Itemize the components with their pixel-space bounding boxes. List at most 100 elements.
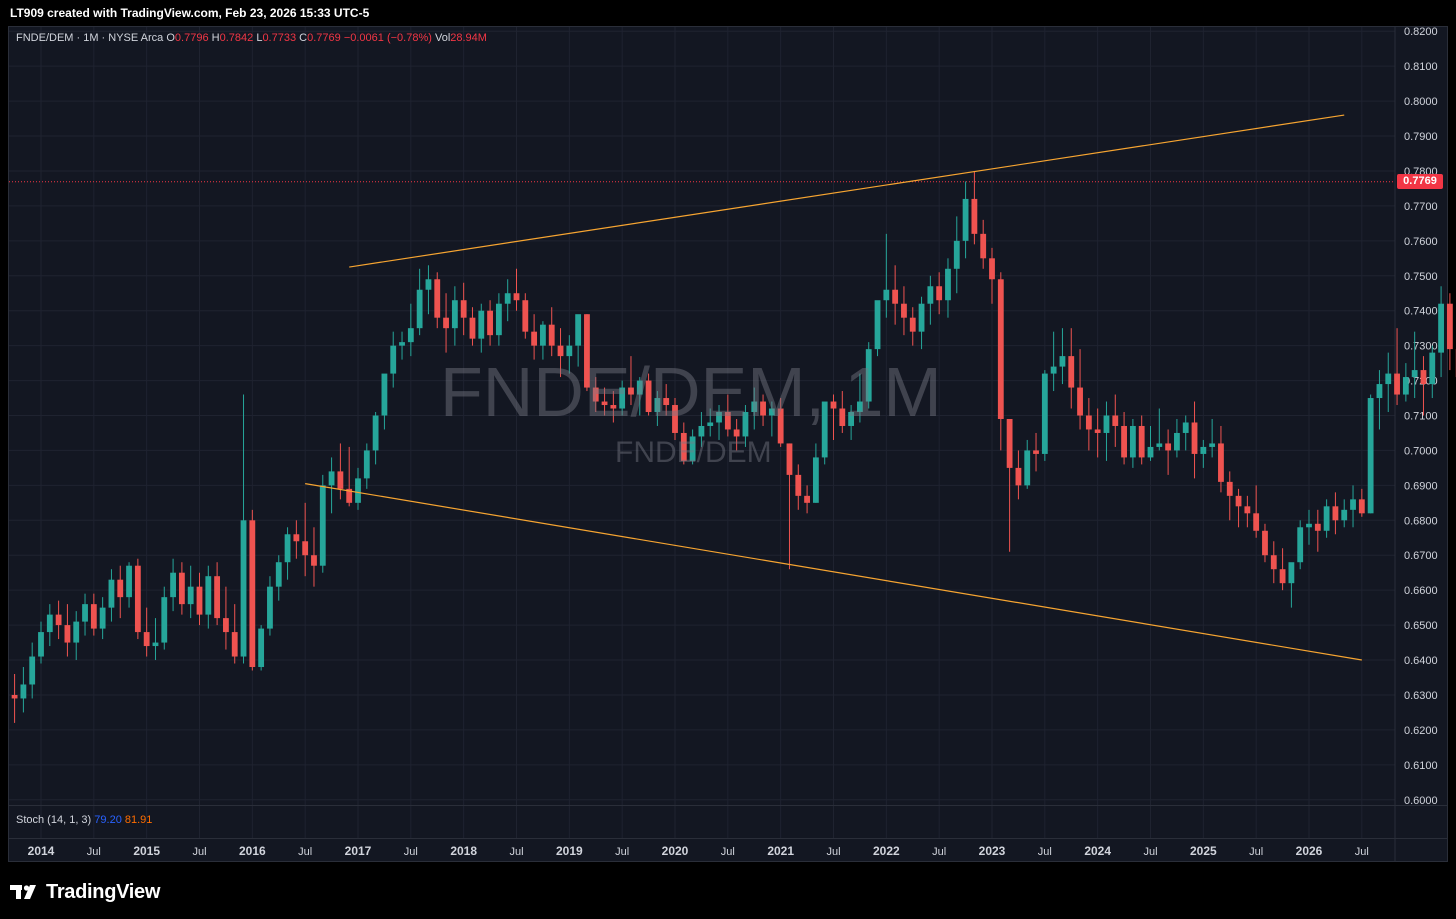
candle: [196, 572, 203, 626]
candle: [469, 307, 476, 346]
candle-body: [1297, 527, 1304, 563]
candle: [918, 296, 925, 350]
tradingview-logo[interactable]: TradingView: [10, 880, 160, 904]
candle: [443, 293, 449, 353]
candle: [99, 597, 106, 640]
ohlc-legend: FNDE/DEM · 1M · NYSE Arca O0.7796 H0.784…: [16, 32, 487, 44]
price-axis-label: 0.7000: [1404, 445, 1438, 457]
candle-body: [1262, 530, 1268, 556]
candle-body: [883, 289, 890, 301]
candle: [812, 443, 819, 503]
candle: [249, 509, 256, 671]
symbol-watermark-small: FNDE/DEM: [615, 436, 772, 469]
candle-body: [1394, 373, 1400, 395]
candle-body: [258, 628, 265, 668]
footer-bar: [0, 862, 1456, 919]
candle-body: [1438, 303, 1444, 353]
candle-body: [1306, 523, 1312, 528]
candle: [258, 625, 265, 671]
time-axis-label: Jul: [404, 846, 418, 858]
candle: [205, 565, 212, 629]
candle-body: [64, 625, 71, 643]
time-axis-label: 2024: [1084, 844, 1111, 858]
candle: [284, 527, 291, 580]
candle: [1253, 485, 1260, 538]
price-axis-label: 0.8000: [1404, 96, 1438, 108]
candle-body: [980, 233, 987, 259]
candle: [1191, 401, 1198, 479]
time-axis-label: 2015: [133, 844, 160, 858]
candle: [1182, 415, 1189, 451]
price-axis: 0.82000.81000.80000.79000.78000.77000.76…: [1404, 26, 1438, 807]
candle: [487, 300, 493, 346]
candle-body: [495, 303, 502, 336]
legend-change: −0.0061 (−0.78%): [343, 32, 432, 44]
last-price-tag: 0.7769: [1397, 174, 1443, 190]
candle: [1332, 492, 1339, 535]
candle-body: [812, 457, 819, 503]
candle-body: [531, 331, 538, 346]
candle-body: [99, 607, 106, 629]
candle-body: [275, 562, 282, 587]
stoch-legend[interactable]: Stoch (14, 1, 3) 79.20 81.91: [16, 814, 152, 826]
candle-body: [1218, 443, 1224, 482]
candle-body: [971, 198, 978, 234]
candle-body: [1085, 415, 1092, 430]
candle-body: [302, 541, 309, 556]
legend-vol-value: 28.94M: [450, 32, 487, 44]
candle: [355, 467, 361, 510]
tradingview-logo-icon: [10, 885, 36, 899]
candle: [134, 558, 141, 640]
candle: [1270, 541, 1277, 584]
candle-body: [126, 565, 132, 598]
tradingview-logo-text: TradingView: [46, 880, 161, 903]
candle: [909, 307, 916, 346]
candle-body: [460, 300, 467, 318]
candle: [29, 642, 36, 699]
candle: [170, 558, 176, 612]
candle-body: [11, 694, 18, 699]
candle-body: [953, 240, 960, 269]
candle: [425, 265, 432, 315]
candle: [1174, 418, 1180, 458]
time-axis-label: 2018: [450, 844, 477, 858]
candle: [927, 275, 934, 325]
candle-body: [20, 684, 27, 699]
candle-body: [522, 300, 529, 332]
candle-body: [1209, 443, 1216, 447]
candle-body: [90, 604, 97, 629]
candle: [980, 219, 987, 269]
candle-body: [1332, 506, 1339, 521]
candle-body: [249, 520, 256, 668]
candle: [381, 373, 388, 430]
candle: [1306, 509, 1312, 545]
price-axis-label: 0.7700: [1404, 201, 1438, 213]
time-axis-label: Jul: [932, 846, 946, 858]
candle: [1033, 432, 1039, 472]
legend-symbol[interactable]: FNDE/DEM · 1M · NYSE Arca: [16, 32, 163, 44]
price-axis-label: 0.6600: [1404, 585, 1438, 597]
candle-body: [1288, 562, 1295, 584]
candle-body: [786, 443, 793, 475]
candle-body: [381, 373, 388, 416]
candle-body: [73, 621, 80, 643]
candle: [1438, 286, 1444, 378]
candle-body: [1103, 415, 1110, 433]
candle-body: [1041, 373, 1048, 454]
legend-close-value: 0.7769: [307, 32, 341, 44]
time-axis-label: 2022: [873, 844, 900, 858]
candle: [1262, 523, 1268, 563]
candle: [20, 667, 27, 713]
candle-body: [795, 474, 802, 496]
time-axis-label: 2014: [28, 844, 55, 858]
candle-body: [1358, 499, 1365, 514]
time-axis-label: Jul: [1143, 846, 1157, 858]
candle: [1015, 450, 1022, 500]
candle: [1147, 425, 1154, 461]
price-axis-label: 0.7500: [1404, 271, 1438, 283]
candle: [1341, 499, 1348, 528]
candle: [434, 272, 441, 329]
candle-body: [46, 614, 53, 633]
candle-body: [434, 279, 441, 318]
candle-body: [390, 345, 397, 374]
